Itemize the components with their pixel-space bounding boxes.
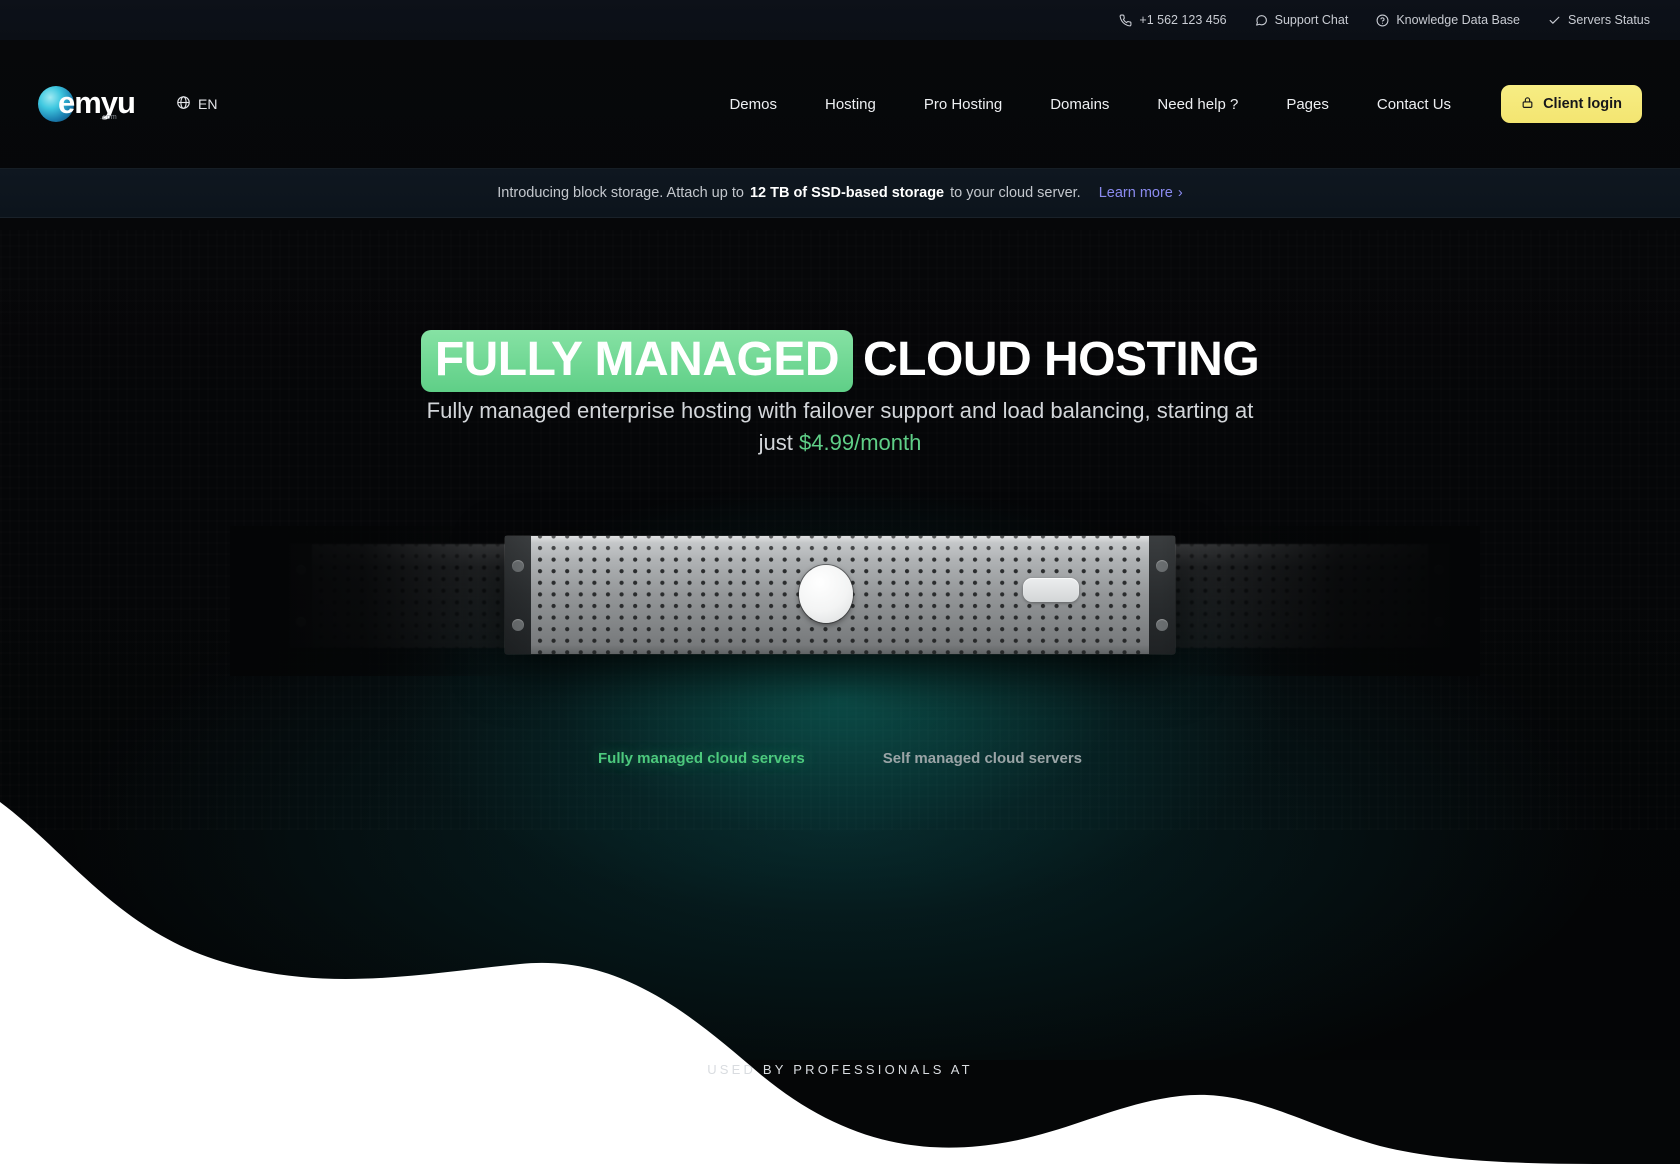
phone-icon [1119, 14, 1132, 27]
rack-ear-left [505, 536, 531, 654]
server-power-button[interactable] [799, 565, 853, 623]
topbar-phone[interactable]: +1 562 123 456 [1119, 13, 1227, 27]
topbar-phone-label: +1 562 123 456 [1139, 13, 1227, 27]
lock-icon [1521, 96, 1534, 113]
server-vent-grill [531, 536, 1149, 654]
chat-bubble-icon [1255, 14, 1268, 27]
server-unit-active[interactable] [505, 536, 1175, 654]
client-login-label: Client login [1543, 96, 1622, 112]
logo-subtext: .com [100, 114, 118, 121]
announcement-learn-more-link[interactable]: Learn more › [1099, 185, 1183, 201]
rack-screw-icon [296, 565, 306, 575]
topbar-support-chat-label: Support Chat [1274, 13, 1349, 27]
nav-item-hosting[interactable]: Hosting [801, 96, 900, 113]
topbar-knowledge-base-label: Knowledge Data Base [1396, 13, 1521, 27]
logo-text: emyu [58, 85, 136, 120]
page-root: +1 562 123 456 Support Chat Knowledge Da… [0, 0, 1680, 1164]
language-label: EN [198, 96, 218, 112]
nav-item-domains[interactable]: Domains [1026, 96, 1133, 113]
wave-divider [0, 802, 1680, 1164]
server-carousel [0, 526, 1680, 676]
client-login-button[interactable]: Client login [1501, 85, 1642, 123]
brand: emyu .com EN [38, 83, 217, 125]
nav-item-pages[interactable]: Pages [1262, 96, 1353, 113]
rack-screw-icon [1434, 565, 1444, 575]
server-status-badge [1023, 578, 1079, 602]
announcement-text-after: to your cloud server. [950, 185, 1081, 201]
server-vent-grill [1142, 544, 1428, 648]
rack-screw-icon [512, 559, 524, 572]
logo[interactable]: emyu .com [38, 83, 146, 125]
rack-screw-icon [1156, 618, 1168, 631]
announcement-highlight: 12 TB of SSD-based storage [749, 185, 945, 201]
hero-price: $4.99/month [799, 429, 922, 455]
language-selector[interactable]: EN [176, 95, 217, 113]
announcement-bar: Introducing block storage. Attach up to … [0, 168, 1680, 218]
used-by-label: USED BY PROFESSIONALS AT [707, 1062, 973, 1077]
hero-title-rest: CLOUD HOSTING [863, 333, 1260, 386]
rack-ear-right [1428, 544, 1450, 648]
check-icon [1548, 14, 1561, 27]
hero-subtitle: Fully managed enterprise hosting with fa… [0, 395, 1680, 459]
nav-item-pro-hosting[interactable]: Pro Hosting [900, 96, 1026, 113]
hero-title-highlight: FULLY MANAGED [420, 330, 854, 393]
rack-ear-right [1149, 536, 1175, 654]
question-circle-icon [1376, 14, 1389, 27]
chevron-right-icon: › [1177, 185, 1183, 201]
hero-subtitle-just: just [758, 429, 793, 455]
topbar-servers-status[interactable]: Servers Status [1548, 13, 1650, 27]
globe-icon [176, 95, 191, 113]
rack-screw-icon [1156, 559, 1168, 572]
rack-screw-icon [1434, 617, 1444, 627]
nav-item-need-help[interactable]: Need help ? [1133, 96, 1262, 113]
nav-links: Demos Hosting Pro Hosting Domains Need h… [705, 96, 1475, 113]
topbar-support-chat[interactable]: Support Chat [1255, 13, 1349, 27]
hero-subtitle-line1: Fully managed enterprise hosting with fa… [426, 398, 1254, 423]
announcement-text-before: Introducing block storage. Attach up to [497, 185, 744, 201]
topbar-servers-status-label: Servers Status [1568, 13, 1650, 27]
nav-item-contact-us[interactable]: Contact Us [1353, 96, 1475, 113]
topbar-knowledge-base[interactable]: Knowledge Data Base [1376, 13, 1520, 27]
top-utility-bar: +1 562 123 456 Support Chat Knowledge Da… [0, 0, 1680, 40]
nav-item-demos[interactable]: Demos [705, 96, 801, 113]
rack-ear-left [290, 544, 312, 648]
rack-screw-icon [512, 618, 524, 631]
learn-more-label: Learn more [1098, 185, 1173, 201]
main-navigation: emyu .com EN Demos Hosting Pro Hosting D… [0, 40, 1680, 168]
hero-title: FULLY MANAGED CLOUD HOSTING [0, 330, 1680, 393]
rack-screw-icon [296, 617, 306, 627]
